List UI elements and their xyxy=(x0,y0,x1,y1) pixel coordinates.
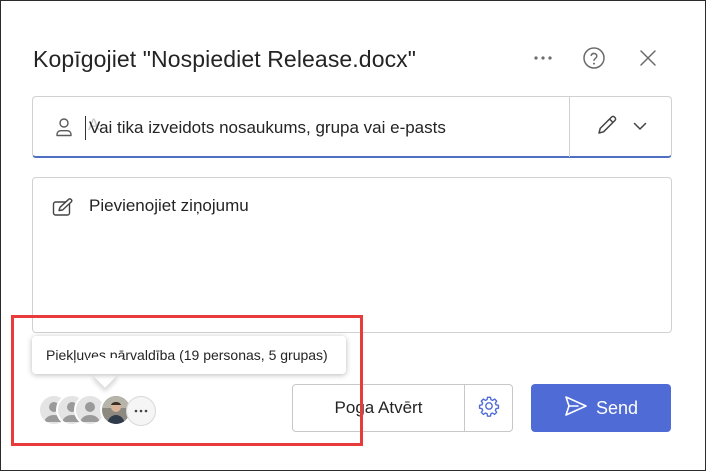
permission-dropdown-button[interactable] xyxy=(581,107,661,147)
help-icon[interactable] xyxy=(580,44,608,72)
send-button[interactable]: Send xyxy=(531,384,671,432)
chevron-down-icon xyxy=(633,118,647,136)
more-options-icon[interactable] xyxy=(529,44,557,72)
compose-icon xyxy=(52,198,74,218)
text-caret xyxy=(85,116,86,140)
send-button-label: Send xyxy=(595,397,639,418)
tooltip-arrow-cover xyxy=(88,358,122,374)
person-icon xyxy=(54,117,74,137)
message-input[interactable] xyxy=(89,196,649,316)
dialog-title: Kopīgojiet "Nospiediet Release.docx" xyxy=(33,46,417,72)
recipient-field: A xyxy=(32,96,672,158)
pencil-icon xyxy=(595,113,619,142)
access-tooltip: Piekļuves pārvaldība (19 personas, 5 gru… xyxy=(32,336,346,374)
more-members-button[interactable] xyxy=(126,396,156,426)
message-field xyxy=(32,177,672,333)
access-avatar-group[interactable] xyxy=(38,394,168,426)
recipient-input[interactable] xyxy=(89,113,559,143)
open-button[interactable]: Poga Atvērt xyxy=(292,384,465,432)
field-divider xyxy=(569,97,570,157)
send-icon xyxy=(564,395,588,422)
close-icon[interactable] xyxy=(634,44,662,72)
gear-icon xyxy=(478,395,500,422)
link-settings-button[interactable] xyxy=(464,384,513,432)
